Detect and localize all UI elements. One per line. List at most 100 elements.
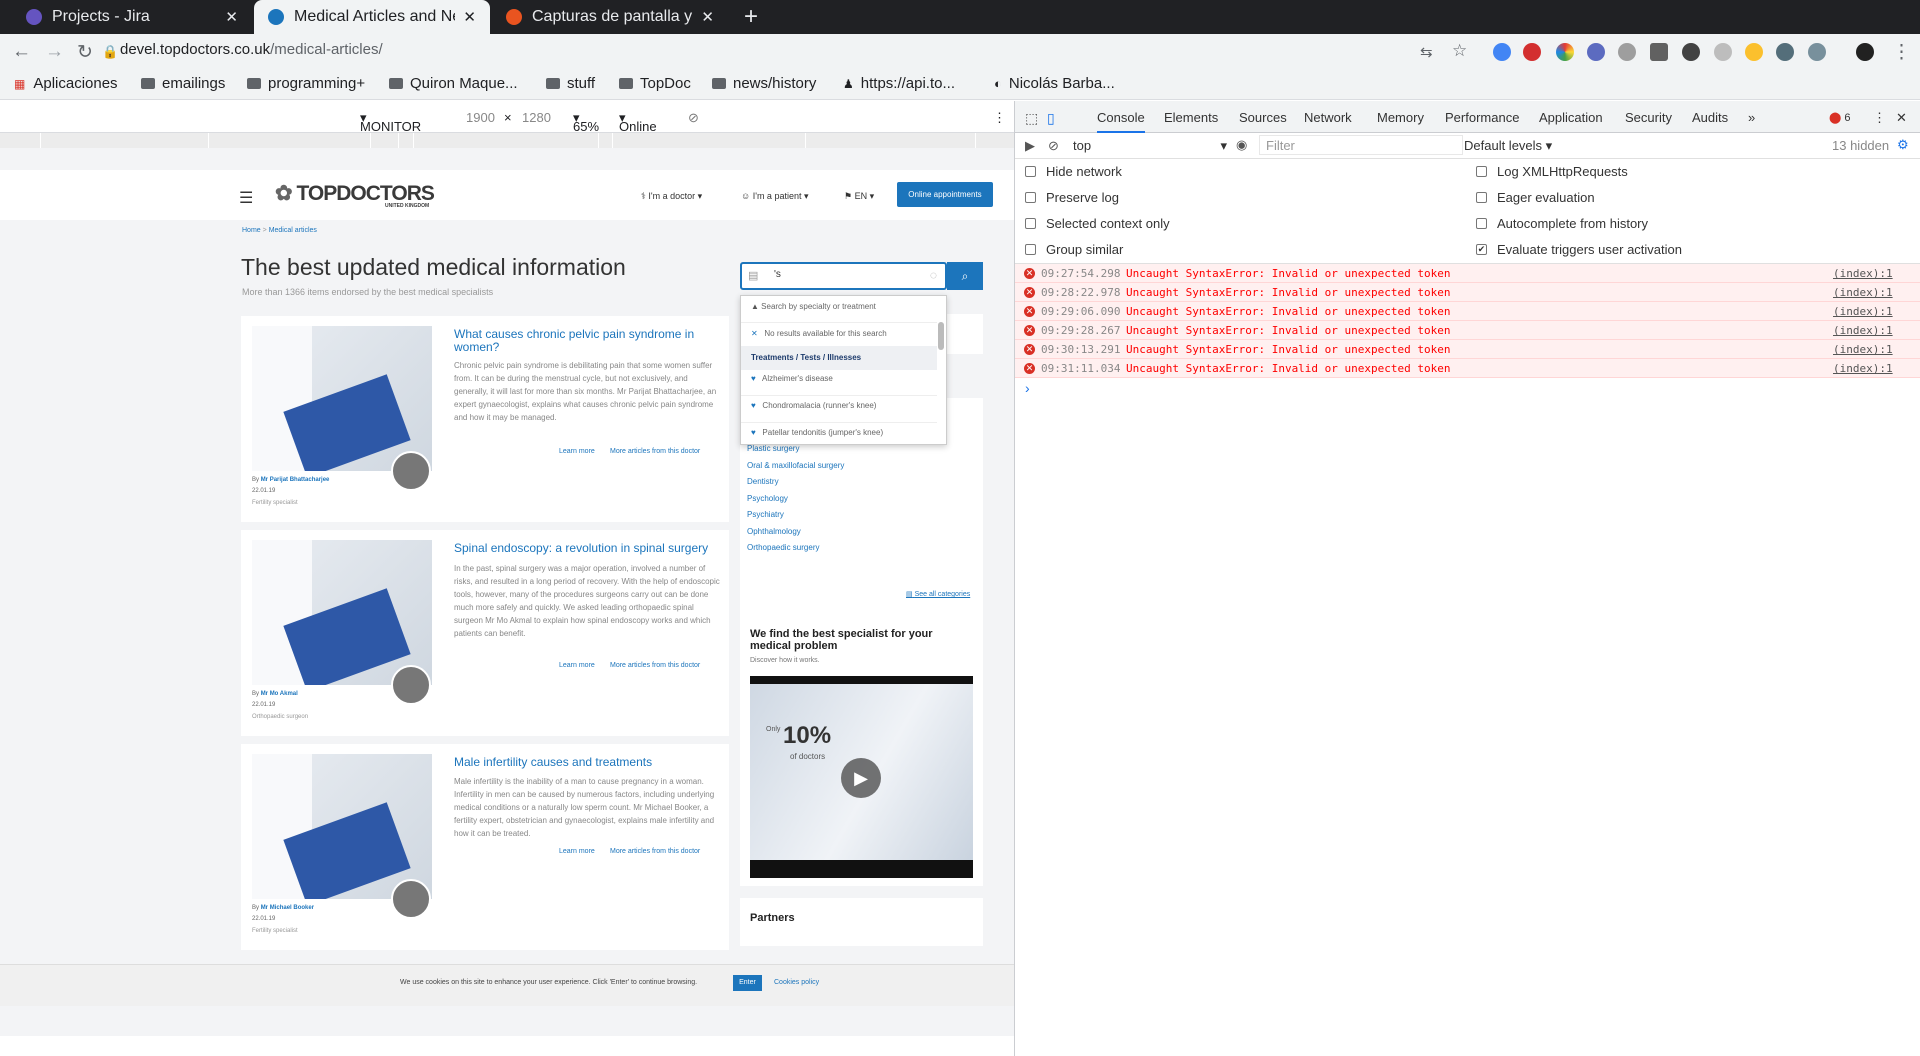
learn-more-link[interactable]: Learn more (559, 448, 595, 455)
tab-topdoctors[interactable]: Medical Articles and News ✕ (254, 0, 490, 34)
checkbox[interactable] (1025, 218, 1036, 229)
cookies-policy-link[interactable]: Cookies policy (774, 979, 819, 986)
network-throttle-select[interactable]: Online ▾ (619, 110, 657, 134)
language-menu[interactable]: ⚑ EN ▾ (844, 191, 874, 202)
doctor-avatar[interactable] (391, 665, 431, 705)
site-logo[interactable]: ✿ TOPDOCTORS UNITED KINGDOM (275, 181, 435, 209)
see-all-categories-link[interactable]: ▤ See all categories (906, 590, 970, 598)
hamburger-icon[interactable]: ☰ (239, 188, 253, 208)
extension-icon[interactable] (1650, 43, 1668, 61)
eye-icon[interactable]: ◉ (1236, 137, 1247, 153)
category-link[interactable]: Psychology (747, 491, 844, 508)
adblock-icon[interactable] (1523, 43, 1541, 61)
breadcrumb-current[interactable]: Medical articles (269, 227, 317, 234)
extension-icon[interactable] (1776, 43, 1794, 61)
reload-icon[interactable]: ↻ (77, 41, 93, 64)
option-preserve-log[interactable]: Preserve log (1025, 190, 1119, 205)
doctor-avatar[interactable] (391, 879, 431, 919)
checkbox[interactable] (1476, 218, 1487, 229)
console-prompt[interactable]: › (1025, 380, 1030, 396)
more-menu-icon[interactable]: ⋮ (1892, 41, 1911, 64)
dropdown-item[interactable]: ♥ Chondromalacia (runner's knee) (741, 401, 937, 423)
more-tabs-icon[interactable]: » (1748, 110, 1755, 125)
source-link[interactable]: (index):1 (1833, 286, 1893, 299)
more-articles-link[interactable]: More articles from this doctor (610, 448, 700, 455)
more-articles-link[interactable]: More articles from this doctor (610, 662, 700, 669)
bookmark-link[interactable]: ♟ https://api.to... (843, 75, 955, 92)
more-options-icon[interactable]: ⋮ (993, 110, 1006, 126)
rotate-icon[interactable]: ⊘ (688, 110, 699, 126)
tab-capturas[interactable]: Capturas de pantalla y gra ✕ (492, 0, 728, 34)
checkbox[interactable] (1476, 166, 1487, 177)
option-log-xhr[interactable]: Log XMLHttpRequests (1476, 164, 1628, 179)
source-link[interactable]: (index):1 (1833, 343, 1893, 356)
log-levels-select[interactable]: Default levels ▾ (1464, 138, 1552, 154)
tab-application[interactable]: Application (1539, 110, 1603, 125)
category-link[interactable]: Dentistry (747, 474, 844, 491)
online-appointments-button[interactable]: Online appointments (897, 182, 993, 207)
console-filter-input[interactable]: Filter (1259, 135, 1463, 155)
option-evaluate-triggers[interactable]: ✔ Evaluate triggers user activation (1476, 242, 1682, 257)
inspect-icon[interactable]: ⬚ (1025, 110, 1038, 127)
context-select[interactable]: top ▾ (1073, 138, 1235, 153)
bookmark-folder[interactable]: Quiron Maque... (389, 75, 518, 92)
bookmark-link[interactable]: ◐ Nicolás Barba... (994, 75, 1115, 92)
more-articles-link[interactable]: More articles from this doctor (610, 848, 700, 855)
category-link[interactable]: Orthopaedic surgery (747, 540, 844, 557)
option-hide-network[interactable]: Hide network (1025, 164, 1122, 179)
close-icon[interactable]: ✕ (1896, 110, 1907, 126)
source-link[interactable]: (index):1 (1833, 362, 1893, 375)
new-tab-button[interactable]: + (744, 3, 758, 31)
zoom-select[interactable]: 65% ▾ (573, 110, 599, 134)
checkbox[interactable] (1025, 166, 1036, 177)
gear-icon[interactable]: ⚙ (1897, 137, 1909, 153)
author-link[interactable]: Mr Parijat Bhattacharjee (261, 477, 330, 483)
viewport-width[interactable]: 1900 (466, 110, 495, 125)
close-icon[interactable]: ✕ (225, 8, 238, 26)
article-title[interactable]: Spinal endoscopy: a revolution in spinal… (454, 542, 719, 555)
source-link[interactable]: (index):1 (1833, 324, 1893, 337)
error-count-badge[interactable]: ⬤ 6 (1829, 111, 1851, 124)
option-group-similar[interactable]: Group similar (1025, 242, 1123, 257)
checkbox[interactable] (1025, 192, 1036, 203)
bookmark-apps[interactable]: ▦ Aplicaciones (14, 75, 118, 92)
extension-icon[interactable] (1745, 43, 1763, 61)
dropdown-scrollbar[interactable] (938, 322, 944, 350)
device-select[interactable]: MONITOR ... ▾ (360, 110, 421, 149)
settings-menu-icon[interactable]: ⋮ (1873, 110, 1886, 126)
extension-icon[interactable] (1587, 43, 1605, 61)
checkbox[interactable] (1025, 244, 1036, 255)
checkbox[interactable] (1476, 192, 1487, 203)
option-autocomplete[interactable]: Autocomplete from history (1476, 216, 1648, 231)
close-icon[interactable]: ✕ (463, 8, 476, 26)
cookie-enter-button[interactable]: Enter (733, 975, 762, 991)
tab-console[interactable]: Console (1097, 110, 1145, 133)
translate-icon[interactable]: ⇆ (1420, 43, 1433, 61)
source-link[interactable]: (index):1 (1833, 305, 1893, 318)
device-toggle-icon[interactable]: ▯ (1047, 110, 1055, 127)
tab-network[interactable]: Network (1304, 110, 1352, 125)
bookmark-folder[interactable]: stuff (546, 75, 595, 92)
eye-icon[interactable] (1618, 43, 1636, 61)
category-link[interactable]: Ophthalmology (747, 524, 844, 541)
viewport-height[interactable]: 1280 (522, 110, 551, 125)
tab-security[interactable]: Security (1625, 110, 1672, 125)
category-link[interactable]: Oral & maxillofacial surgery (747, 458, 844, 475)
dropdown-item[interactable]: ♥ Alzheimer's disease (741, 374, 937, 396)
avatar[interactable] (1856, 43, 1874, 61)
tab-jira[interactable]: Projects - Jira ✕ (12, 0, 252, 34)
puzzle-icon[interactable] (1808, 43, 1826, 61)
author-link[interactable]: Mr Mo Akmal (261, 691, 298, 697)
back-icon[interactable]: ← (12, 41, 31, 63)
star-icon[interactable]: ☆ (1452, 41, 1467, 61)
promo-video[interactable]: Only 10% of doctors ▶ (750, 676, 973, 878)
bookmark-folder[interactable]: news/history (712, 75, 816, 92)
tab-elements[interactable]: Elements (1164, 110, 1218, 125)
sidebar-toggle-icon[interactable]: ▶ (1025, 138, 1035, 154)
eyedropper-icon[interactable] (1714, 43, 1732, 61)
article-title[interactable]: What causes chronic pelvic pain syndrome… (454, 328, 719, 354)
search-input[interactable]: ▤ 's ◌ (740, 262, 947, 290)
category-link[interactable]: Psychiatry (747, 507, 844, 524)
tab-memory[interactable]: Memory (1377, 110, 1424, 125)
bookmark-folder[interactable]: programming+ (247, 75, 365, 92)
